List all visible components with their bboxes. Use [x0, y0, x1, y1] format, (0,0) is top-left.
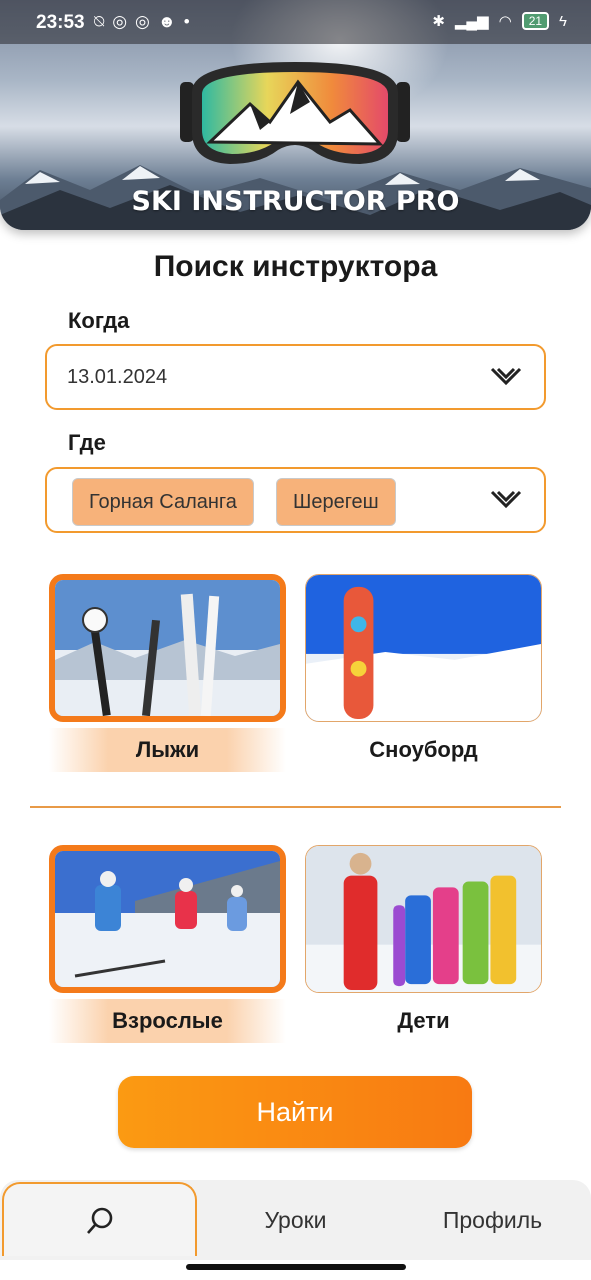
system-icons: ✱ ▂▄▆ ◠ 21 ϟ	[432, 12, 567, 30]
chevron-down-icon	[490, 367, 522, 386]
adults-label[interactable]: Взрослые	[49, 999, 286, 1043]
divider	[30, 806, 561, 808]
brand-title: SKI INSTRUCTOR PRO	[131, 186, 460, 217]
home-indicator[interactable]	[186, 1264, 406, 1270]
signal-icon: ▂▄▆	[454, 13, 489, 30]
ski-card[interactable]	[49, 574, 286, 722]
notification-icons: ⍉◎◎☻•	[94, 12, 198, 32]
ski-label[interactable]: Лыжи	[49, 728, 286, 772]
dot-icon: •	[183, 12, 198, 31]
location-chip[interactable]: Горная Саланга	[72, 478, 254, 526]
when-label: Когда	[68, 308, 130, 333]
chevron-down-icon	[490, 490, 522, 509]
tab-lessons[interactable]: Уроки	[197, 1180, 394, 1260]
header-banner: SKI INSTRUCTOR PRO 23:53 ⍉◎◎☻• ✱ ▂▄▆ ◠ 2…	[0, 0, 591, 230]
goggles-logo	[180, 62, 410, 164]
kids-label[interactable]: Дети	[305, 999, 542, 1043]
location-chip[interactable]: Шерегеш	[276, 478, 396, 526]
bottom-nav: Уроки Профиль	[0, 1180, 591, 1260]
kids-image	[306, 846, 541, 992]
charging-icon: ϟ	[559, 12, 567, 30]
adults-image	[55, 851, 280, 987]
where-label: Где	[68, 430, 106, 455]
status-bar: 23:53 ⍉◎◎☻• ✱ ▂▄▆ ◠ 21 ϟ	[0, 0, 591, 44]
alarm-off-icon: ⍉	[94, 12, 113, 31]
skis-image	[55, 580, 280, 716]
status-time: 23:53	[36, 12, 85, 33]
kids-card[interactable]	[305, 845, 542, 993]
wifi-icon: ◠	[498, 13, 512, 30]
bluetooth-icon: ✱	[432, 13, 445, 30]
vpn-icon: ◎	[135, 12, 158, 31]
date-select[interactable]: 13.01.2024	[45, 344, 546, 410]
tab-search[interactable]	[2, 1182, 197, 1256]
snowboard-label[interactable]: Сноуборд	[305, 728, 542, 772]
vpn-icon: ◎	[112, 12, 136, 31]
search-button[interactable]: Найти	[118, 1076, 472, 1148]
adults-card[interactable]	[49, 845, 286, 993]
location-select[interactable]: Горная Саланга Шерегеш	[45, 467, 546, 533]
page-title: Поиск инструктора	[153, 250, 438, 283]
snowboard-image	[306, 575, 541, 721]
discord-icon: ☻	[157, 12, 184, 31]
snowboard-card[interactable]	[305, 574, 542, 722]
search-icon	[86, 1207, 112, 1234]
tab-profile[interactable]: Профиль	[394, 1180, 591, 1260]
date-value: 13.01.2024	[67, 366, 168, 388]
battery-icon: 21	[521, 12, 550, 30]
